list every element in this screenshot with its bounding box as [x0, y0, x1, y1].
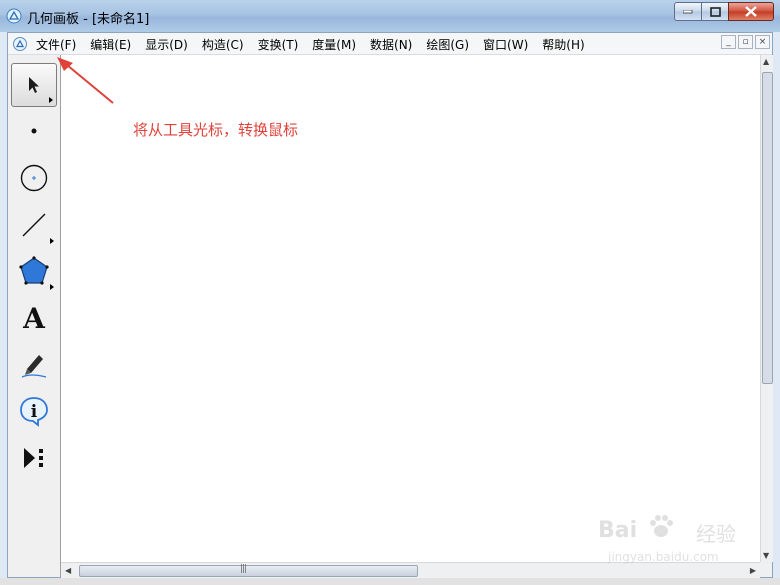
marker-tool[interactable] [11, 342, 57, 386]
minimize-button[interactable] [674, 2, 702, 21]
close-icon [745, 6, 757, 17]
window-controls [674, 2, 774, 21]
maximize-button[interactable] [701, 2, 729, 21]
selection-arrow-tool[interactable] [11, 63, 57, 107]
pentagon-icon [19, 256, 49, 285]
scroll-grip-icon: ||| [240, 564, 247, 574]
mdi-minimize-button[interactable]: _ [721, 35, 736, 49]
close-button[interactable] [728, 2, 774, 21]
scroll-left-arrow[interactable]: ◀ [65, 566, 71, 575]
pen-icon [21, 355, 47, 378]
text-tool[interactable]: A [11, 296, 57, 340]
application-client: 文件(F) 编辑(E) 显示(D) 构造(C) 变换(T) 度量(M) 数据(N) 绘图(G)… [7, 32, 773, 578]
segment-icon [22, 213, 46, 237]
scroll-up-arrow[interactable]: ▲ [763, 57, 769, 66]
menu-item[interactable]: 文件(F) [36, 36, 76, 53]
menu-items: 文件(F) 编辑(E) 显示(D) 构造(C) 变换(T) 度量(M) 数据(N) 绘图(G)… [36, 36, 599, 53]
custom-tools[interactable] [11, 436, 57, 480]
tool-submenu-arrow [49, 97, 53, 103]
horizontal-scroll-thumb[interactable]: ||| [79, 564, 418, 577]
annotation-arrow [57, 57, 114, 104]
menu-item[interactable]: 绘图(G) [426, 36, 469, 53]
menu-bar: 文件(F) 编辑(E) 显示(D) 构造(C) 变换(T) 度量(M) 数据(N) 绘图(G)… [8, 33, 772, 55]
menu-item[interactable]: 窗口(W) [483, 36, 528, 53]
mdi-controls: _ ▫ × [719, 35, 770, 49]
menu-item[interactable]: 度量(M) [312, 36, 356, 53]
circle-icon [20, 164, 48, 192]
tool-submenu-arrow [50, 238, 54, 244]
status-bar [0, 578, 780, 585]
point-tool[interactable] [11, 109, 57, 153]
mdi-restore-button[interactable]: ▫ [738, 35, 753, 49]
straightedge-tool[interactable] [11, 203, 57, 247]
play-more-icon [24, 448, 43, 468]
menu-item[interactable]: 编辑(E) [90, 36, 131, 53]
menu-item[interactable]: 构造(C) [202, 36, 244, 53]
drawing-canvas[interactable]: 将从工具光标，转换鼠标 [57, 55, 760, 562]
information-tool[interactable]: i [11, 389, 57, 433]
menu-item[interactable]: 数据(N) [370, 36, 412, 53]
watermark-brand: Bai [598, 518, 638, 543]
toolbox: A i [8, 55, 61, 577]
point-icon [31, 128, 37, 134]
compass-tool[interactable] [11, 156, 57, 200]
polygon-tool[interactable] [11, 249, 57, 293]
paw-icon [650, 515, 673, 537]
baidu-watermark: Bai 经验 jingyan.baidu.com [586, 500, 756, 570]
minimize-icon [683, 9, 693, 13]
arrow-cursor-icon [29, 77, 39, 93]
menu-item[interactable]: 变换(T) [258, 36, 299, 53]
watermark-brand-cn: 经验 [696, 522, 736, 546]
vertical-scrollbar[interactable]: ▲ ▼ [760, 55, 773, 562]
text-A-icon: A [23, 301, 45, 335]
tool-submenu-arrow [50, 284, 54, 290]
mdi-close-button[interactable]: × [755, 35, 770, 49]
vertical-scroll-thumb[interactable] [762, 72, 773, 384]
menu-item[interactable]: 帮助(H) [542, 36, 584, 53]
app-icon [6, 8, 22, 24]
title-bar: 几何画板 - [未命名1] [0, 0, 780, 32]
maximize-icon [709, 6, 721, 17]
scroll-corner [760, 562, 772, 577]
window-title: 几何画板 - [未命名1] [27, 12, 150, 27]
scroll-down-arrow[interactable]: ▼ [763, 551, 769, 560]
watermark-url: jingyan.baidu.com [608, 550, 719, 564]
info-glyph: i [31, 402, 38, 422]
menu-item[interactable]: 显示(D) [145, 36, 188, 53]
document-icon[interactable] [12, 36, 28, 52]
info-icon: i [20, 397, 48, 427]
annotation-text: 将从工具光标，转换鼠标 [133, 121, 299, 139]
